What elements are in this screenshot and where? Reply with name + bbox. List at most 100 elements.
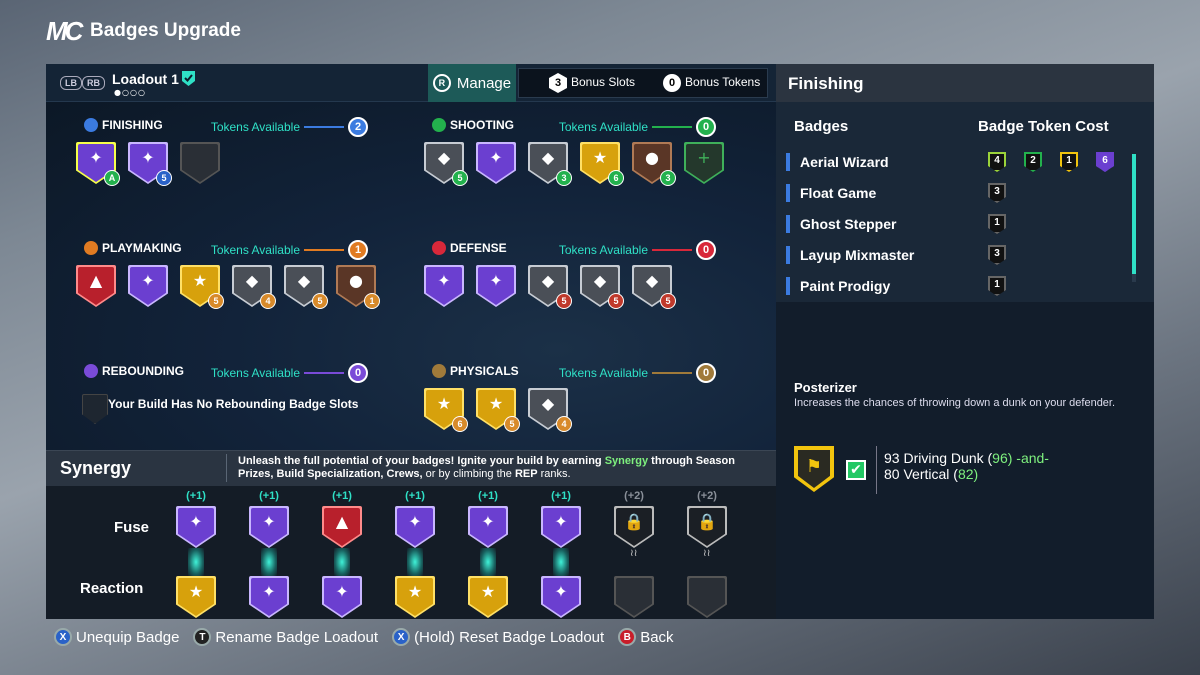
badge-icon[interactable]: ● 3 — [632, 142, 676, 186]
badge-icon[interactable]: ◆ 5 — [528, 265, 572, 309]
tokens-label: Tokens Available — [210, 366, 300, 380]
badge-icon[interactable]: ✦ — [128, 265, 168, 307]
badge-icon[interactable]: ★ 6 — [424, 388, 468, 432]
badge-icon[interactable]: ◆ 5 — [284, 265, 328, 309]
category-title: DEFENSE — [450, 241, 507, 255]
badge-row: ◆ 5 ✦ ◆ 3 ★ 6 ● 3 + — [424, 142, 724, 186]
badge-icon[interactable]: ✦ — [424, 265, 464, 307]
badge-cost-row[interactable]: Paint Prodigy — [786, 272, 1126, 300]
category-title: SHOOTING — [450, 118, 515, 132]
badge-glyph-icon: 🔒 — [697, 512, 717, 531]
locked-fuse-slot[interactable]: 🔒 — [687, 506, 727, 548]
empty-reaction-slot[interactable] — [614, 576, 654, 618]
divider — [876, 446, 877, 494]
tokens-count: 0 — [696, 117, 716, 137]
fuse-badge[interactable]: ✦ — [468, 506, 508, 548]
loadout-page-dots: ●○○○ — [114, 88, 146, 97]
badge-cost-row[interactable]: Float Game — [786, 179, 1126, 207]
badge-glyph-icon: ★ — [436, 394, 452, 413]
row-accent — [786, 184, 790, 202]
reaction-badge[interactable]: ★ — [176, 576, 216, 618]
fuse-label: Fuse — [114, 519, 150, 536]
fuse-badge[interactable]: ✦ — [249, 506, 289, 548]
manage-button[interactable]: R Manage — [428, 64, 516, 102]
synergy-column[interactable]: (+1) ✦ ★ — [395, 490, 435, 618]
badge-glyph-icon: ✦ — [141, 271, 155, 290]
synergy-column[interactable]: (+1) ✦ ★ — [176, 490, 216, 618]
empty-reaction-slot[interactable] — [687, 576, 727, 618]
synergy-column[interactable]: (+1) ▲ ✦ — [322, 490, 362, 618]
category-title: PLAYMAKING — [102, 241, 182, 255]
button-legend: X Unequip Badge T Rename Badge Loadout X (H… — [54, 628, 674, 646]
badge-glyph-icon: ✦ — [489, 271, 503, 290]
rb-button-icon[interactable]: RB — [82, 76, 105, 90]
badge-icon[interactable]: ✦ A — [76, 142, 120, 186]
scrollbar-thumb[interactable] — [1132, 154, 1136, 274]
reaction-badge[interactable]: ✦ — [322, 576, 362, 618]
badge-cost-row[interactable]: Ghost Stepper — [786, 210, 1126, 238]
reaction-badge[interactable]: ★ — [395, 576, 435, 618]
back-action[interactable]: B Back — [618, 628, 674, 646]
badge-name: Layup Mixmaster — [800, 247, 915, 263]
fuse-badge[interactable]: ✦ — [541, 506, 581, 548]
reaction-badge[interactable]: ✦ — [249, 576, 289, 618]
badge-glyph-icon: ◆ — [437, 148, 451, 167]
empty-badge-slot[interactable] — [180, 142, 220, 184]
add-badge-slot[interactable]: + — [684, 142, 724, 184]
badge-icon[interactable]: ✦ — [476, 265, 516, 307]
unequip-badge-action[interactable]: X Unequip Badge — [54, 628, 179, 646]
manage-label: Manage — [456, 74, 512, 92]
row-accent — [786, 215, 790, 233]
badge-icon[interactable]: ◆ 5 — [424, 142, 468, 186]
finishing-icon — [84, 118, 98, 132]
synergy-bonus: (+1) — [478, 490, 498, 502]
badge-icon[interactable]: ✦ 5 — [128, 142, 172, 186]
badge-icon[interactable]: ◆ 4 — [528, 388, 572, 432]
badge-icon[interactable]: ✦ — [476, 142, 516, 184]
fuse-badge[interactable]: ✦ — [395, 506, 435, 548]
synergy-column[interactable]: (+1) ✦ ✦ — [541, 490, 581, 618]
badge-fill — [689, 578, 725, 616]
synergy-column[interactable]: (+1) ✦ ✦ — [249, 490, 289, 618]
badge-icon[interactable]: ● 1 — [336, 265, 380, 309]
synergy-bonus: (+1) — [332, 490, 352, 502]
fuse-badge[interactable]: ▲ — [322, 506, 362, 548]
badge-level-indicator: 4 — [556, 416, 572, 432]
badge-glyph-icon: ★ — [592, 148, 608, 167]
badge-icon[interactable]: ★ 5 — [476, 388, 520, 432]
badge-fill — [616, 578, 652, 616]
reaction-badge[interactable]: ★ — [468, 576, 508, 618]
page-title: Badges Upgrade — [90, 20, 241, 41]
bonus-info: 3 Bonus Slots 0 Bonus Tokens — [518, 68, 768, 98]
synergy-title: Synergy — [60, 458, 132, 478]
badge-icon[interactable]: ▲ — [76, 265, 116, 307]
reaction-label: Reaction — [80, 580, 144, 597]
badge-icon[interactable]: ◆ 5 — [632, 265, 676, 309]
badge-icon[interactable]: ◆ 5 — [580, 265, 624, 309]
bonus-slots-count: 3 — [549, 73, 567, 93]
fuse-badge[interactable]: ✦ — [176, 506, 216, 548]
rename-loadout-action[interactable]: T Rename Badge Loadout — [193, 628, 378, 646]
category-title: PHYSICALS — [450, 364, 519, 378]
locked-fuse-slot[interactable]: 🔒 — [614, 506, 654, 548]
reset-loadout-action[interactable]: X (Hold) Reset Badge Loadout — [392, 628, 604, 646]
lb-button-icon[interactable]: LB — [60, 76, 82, 90]
synergy-column[interactable]: (+2) 🔒 ≀≀ — [687, 490, 727, 618]
synergy-column[interactable]: (+1) ✦ ★ — [468, 490, 508, 618]
synergy-column[interactable]: (+2) 🔒 ≀≀ — [614, 490, 654, 618]
defense-icon — [432, 241, 446, 255]
badge-row: ▲ ✦ ★ 5 ◆ 4 ◆ 5 ● 1 — [76, 265, 380, 309]
badge-icon[interactable]: ★ 6 — [580, 142, 624, 186]
badge-icon[interactable]: ★ 5 — [180, 265, 224, 309]
tokens-available: Tokens Available 1 — [211, 240, 368, 260]
reaction-badge[interactable]: ✦ — [541, 576, 581, 618]
badge-icon[interactable]: ◆ 3 — [528, 142, 572, 186]
badge-level-indicator: 5 — [660, 293, 676, 309]
mc-logo: MC — [46, 16, 83, 46]
requirement-met-check-icon: ✔ — [846, 460, 866, 480]
badge-icon[interactable]: ◆ 4 — [232, 265, 276, 309]
badge-cost-row[interactable]: Layup Mixmaster — [786, 241, 1126, 269]
playmaking-icon — [84, 241, 98, 255]
loadout-name: Loadout 1 — [112, 71, 179, 87]
badge-level-indicator: 5 — [608, 293, 624, 309]
